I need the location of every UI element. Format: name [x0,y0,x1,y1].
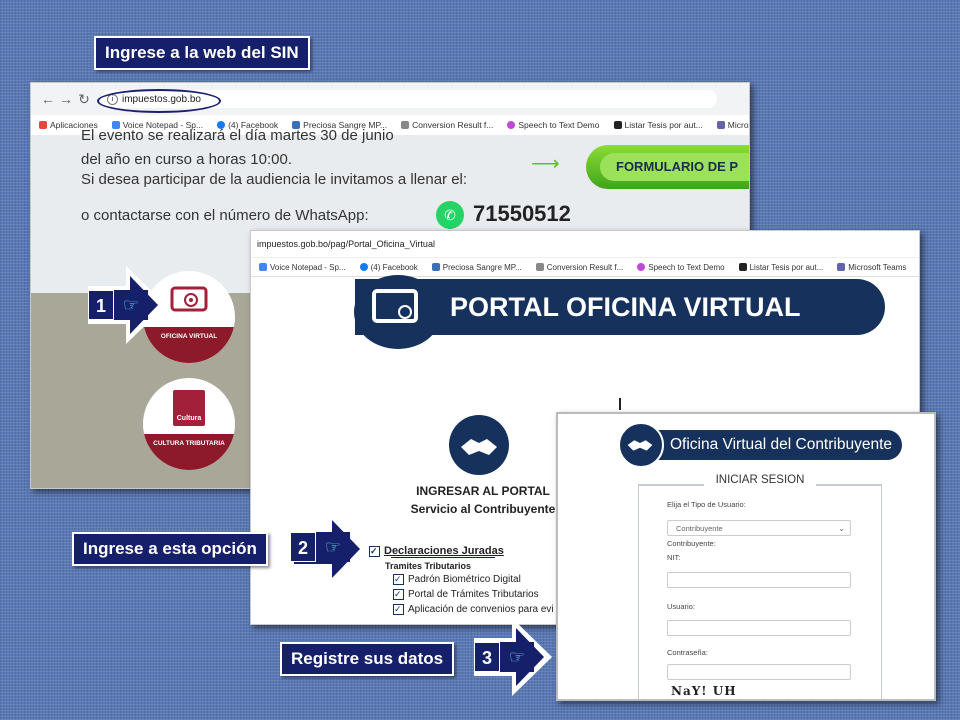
bookmark-item[interactable]: (4) Facebook [359,263,418,272]
step-number: 2 [290,532,316,562]
whatsapp-number: 71550512 [473,201,571,226]
tile-cultura-tributaria[interactable]: Cultura CULTURA TRIBUTARIA [143,378,235,470]
option-tramites-tributarios[interactable]: Tramites Tributarios [385,561,471,571]
nit-input[interactable] [667,572,851,588]
pointing-hand-icon: ☞ [114,290,148,320]
banner-line-4: o contactarse con el número de WhatsApp: [81,207,369,224]
bookmark-item[interactable]: Speech to Text Demo [637,263,725,272]
tile-label: CULTURA TRIBUTARIA [143,434,235,470]
url-text[interactable]: impuestos.gob.bo/pag/Portal_Oficina_Virt… [257,239,435,249]
bookmark-item[interactable]: Voice Notepad - Sp... [259,263,346,272]
bookmark-item[interactable]: Microsoft Teams [837,263,906,272]
handshake-icon [618,422,664,468]
option-portal-tramites[interactable]: ✓ Portal de Trámites Tributarios [393,589,539,600]
bookmarks-bar: Voice Notepad - Sp... (4) Facebook Preci… [251,258,919,277]
portal-monitor-icon [354,275,442,349]
option-declaraciones-juradas[interactable]: ✓ Declaraciones Juradas [369,545,504,557]
banner-line-2: del año en curso a horas 10:00. [81,151,292,168]
monitor-click-icon [170,286,208,312]
contribuyente-label: Contribuyente: [667,539,716,548]
caption-step2: Ingrese a esta opción [72,532,268,566]
caption-step3: Registre sus datos [280,642,455,676]
login-title: INICIAR SESION [639,474,881,486]
chevron-down-icon: ⌄ [838,524,845,533]
whatsapp-icon: ✆ [436,201,464,229]
login-form: INICIAR SESION Elija el Tipo de Usuario:… [638,474,882,699]
nit-label: NIT: [667,553,681,562]
captcha-image: NaY! UH [671,684,737,698]
tipo-usuario-select[interactable]: Contribuyente ⌄ [667,520,851,536]
oficina-virtual-banner: Oficina Virtual del Contribuyente [648,430,902,460]
tipo-usuario-label: Elija el Tipo de Usuario: [667,500,746,509]
bookmark-item[interactable]: Speech to Text Demo [507,120,600,130]
banner-line-3: Si desea participar de la audiencia le i… [81,171,468,188]
address-bar: ← → ↻ i impuestos.gob.bo [31,83,749,115]
pointing-hand-icon: ☞ [316,532,350,562]
text-cursor [619,398,621,410]
forward-icon[interactable]: → [57,91,75,107]
reload-icon[interactable]: ↻ [75,91,93,108]
caption-step1: Ingrese a la web del SIN [94,36,310,70]
handshake-icon[interactable] [449,415,509,475]
bookmark-item[interactable]: Conversion Result f... [401,120,493,130]
contrasena-label: Contraseña: [667,648,708,657]
servicio-contribuyente-label: Servicio al Contribuyente [410,502,556,516]
step-number: 3 [474,642,500,672]
banner-line-1: El evento se realizará el día martes 30 … [81,127,394,144]
ingresar-portal-label[interactable]: INGRESAR AL PORTAL [383,484,583,498]
bookmark-item[interactable]: Listar Tesis por aut... [613,120,703,130]
pointing-hand-icon: ☞ [500,642,534,672]
option-padron-biometrico[interactable]: ✓ Padrón Biométrico Digital [393,574,521,585]
bookmark-item[interactable]: Conversion Result f... [535,263,623,272]
back-icon[interactable]: ← [39,91,57,107]
green-arrow-icon: ⟶ [531,153,560,175]
bookmark-item[interactable]: Listar Tesis por aut... [738,263,823,272]
step-number: 1 [88,290,114,320]
bookmark-item[interactable]: Microsoft Teams [716,120,749,130]
contrasena-input[interactable] [667,664,851,680]
address-bar: impuestos.gob.bo/pag/Portal_Oficina_Virt… [251,231,919,258]
url-highlight-circle [97,89,221,113]
usuario-label: Usuario: [667,602,695,611]
bookmark-item[interactable]: Preciosa Sangre MP... [431,263,522,272]
oficina-virtual-title: Oficina Virtual del Contribuyente [670,436,893,453]
browser-screenshot-3: Oficina Virtual del Contribuyente INICIA… [556,412,936,701]
usuario-input[interactable] [667,620,851,636]
formulario-button[interactable]: FORMULARIO DE P [586,145,749,189]
portal-title: PORTAL OFICINA VIRTUAL [450,292,801,322]
cultura-book-icon: Cultura [173,390,205,426]
